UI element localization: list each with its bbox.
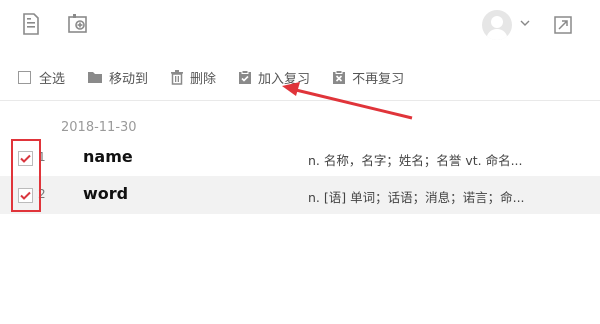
select-all-label: 全选: [39, 71, 66, 87]
no-review-button[interactable]: 不再复习: [332, 68, 404, 87]
annotation-highlight-box: [11, 139, 41, 212]
select-all-button[interactable]: 全选: [18, 68, 65, 87]
list-item[interactable]: 1 name n. 名称，名字；姓名；名誉 vt. 命名...: [0, 139, 600, 177]
list-item[interactable]: 2 word n. [语] 单词；话语；消息；诺言；命...: [0, 176, 600, 214]
no-review-label: 不再复习: [352, 71, 405, 87]
date-group-header: 2018-11-30: [61, 120, 137, 135]
move-to-button[interactable]: 移动到: [87, 68, 148, 87]
clipboard-check-icon: [239, 69, 252, 84]
notebook-icon[interactable]: [20, 12, 42, 36]
add-review-button[interactable]: 加入复习: [238, 68, 310, 87]
toolbar: 全选 移动到 删除 加入复习 不再复习: [18, 66, 426, 88]
move-to-label: 移动到: [109, 71, 149, 87]
row-word[interactable]: name: [83, 147, 133, 166]
row-definition: n. 名称，名字；姓名；名誉 vt. 命名...: [308, 153, 523, 168]
delete-label: 删除: [190, 71, 217, 87]
add-note-icon[interactable]: [66, 12, 90, 36]
delete-button[interactable]: 删除: [170, 68, 216, 87]
chevron-down-icon[interactable]: [518, 16, 532, 30]
row-definition: n. [语] 单词；话语；消息；诺言；命...: [308, 190, 525, 205]
toolbar-divider: [0, 100, 600, 101]
select-all-checkbox[interactable]: [18, 70, 31, 84]
clipboard-x-icon: [333, 69, 346, 84]
add-review-label: 加入复习: [258, 71, 311, 87]
avatar[interactable]: [482, 10, 512, 40]
folder-icon: [88, 72, 103, 83]
exit-icon[interactable]: [552, 14, 574, 36]
trash-icon: [171, 69, 184, 85]
row-word[interactable]: word: [83, 184, 128, 203]
